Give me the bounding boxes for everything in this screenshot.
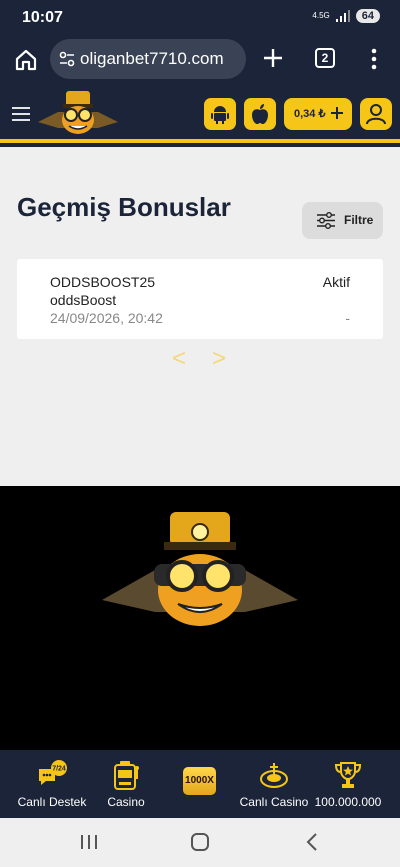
trophy-icon — [334, 762, 362, 788]
android-icon — [211, 106, 229, 124]
system-navigation-bar — [0, 818, 400, 867]
1000x-badge: 1000X — [183, 767, 216, 795]
slot-machine-icon — [114, 761, 139, 790]
nav-casino[interactable]: Casino — [96, 750, 156, 818]
bonus-date: 24/09/2026, 20:42 — [50, 310, 163, 326]
url-text: oliganbet7710.com — [80, 49, 224, 68]
home-button-icon[interactable] — [188, 830, 212, 854]
nav-casino-label: Casino — [107, 795, 145, 809]
user-account-button[interactable] — [360, 98, 392, 130]
pagination-next-button[interactable]: > — [212, 345, 226, 373]
hamburger-menu-icon[interactable] — [12, 106, 30, 122]
roulette-icon — [260, 763, 288, 788]
sliders-icon — [317, 212, 335, 229]
more-options-icon[interactable] — [364, 47, 384, 71]
recent-apps-icon[interactable] — [77, 830, 101, 854]
home-icon[interactable] — [14, 48, 38, 72]
site-logo[interactable] — [36, 88, 120, 138]
nav-live-casino[interactable]: Canlı Casino — [236, 750, 312, 818]
balance-deposit-button[interactable]: 0,34 ₺ — [284, 98, 352, 130]
tab-switcher-button[interactable]: 2 — [315, 48, 335, 68]
bottom-navigation: 7/24 Canlı Destek Casino 1000X Canlı Cas… — [0, 750, 400, 818]
plus-icon — [331, 107, 343, 119]
nav-live-support-label: Canlı Destek — [17, 795, 87, 809]
nav-live-support[interactable]: 7/24 Canlı Destek — [14, 750, 90, 818]
filter-button[interactable]: Filtre — [302, 202, 383, 239]
site-settings-icon[interactable] — [58, 50, 76, 68]
android-app-button[interactable] — [204, 98, 236, 130]
footer-mascot-logo — [102, 512, 298, 626]
pagination-prev-button[interactable]: < — [172, 345, 186, 373]
nav-1000x[interactable]: 1000X — [178, 750, 222, 818]
bonus-status: Aktif — [322, 274, 350, 290]
signal-icon — [335, 10, 350, 22]
bonus-type: oddsBoost — [50, 292, 117, 308]
nav-live-casino-label: Canlı Casino — [239, 795, 309, 809]
nav-prize[interactable]: 100.000.000 — [312, 750, 384, 818]
balance-amount: 0,34 ₺ — [294, 108, 326, 120]
new-tab-icon[interactable] — [262, 47, 284, 69]
ios-app-button[interactable] — [244, 98, 276, 130]
site-header: 0,34 ₺ — [0, 84, 400, 143]
status-indicators: 4.5G 64 — [312, 9, 380, 23]
bonus-history-section: Geçmiş Bonuslar Filtre ODDSBOOST25 oddsB… — [0, 147, 400, 486]
status-bar: 10:07 4.5G 64 — [0, 0, 400, 36]
apple-icon — [252, 104, 268, 124]
battery-level: 64 — [355, 9, 380, 23]
footer — [0, 486, 400, 750]
browser-toolbar: oliganbet7710.com 2 — [0, 36, 400, 84]
network-type: 4.5G — [312, 11, 330, 20]
user-icon — [366, 104, 386, 125]
back-icon[interactable] — [301, 830, 325, 854]
filter-label: Filtre — [344, 213, 374, 227]
address-bar[interactable]: oliganbet7710.com — [50, 39, 246, 79]
chat-support-icon: 7/24 — [39, 760, 67, 785]
bonus-amount: - — [345, 310, 350, 326]
support-hours-badge: 7/24 — [52, 766, 66, 773]
nav-prize-label: 100.000.000 — [314, 795, 382, 809]
bonus-code: ODDSBOOST25 — [50, 274, 156, 290]
page-title: Geçmiş Bonuslar — [17, 192, 231, 222]
status-time: 10:07 — [22, 9, 63, 26]
bonus-history-row[interactable]: ODDSBOOST25 oddsBoost 24/09/2026, 20:42 … — [17, 259, 383, 339]
